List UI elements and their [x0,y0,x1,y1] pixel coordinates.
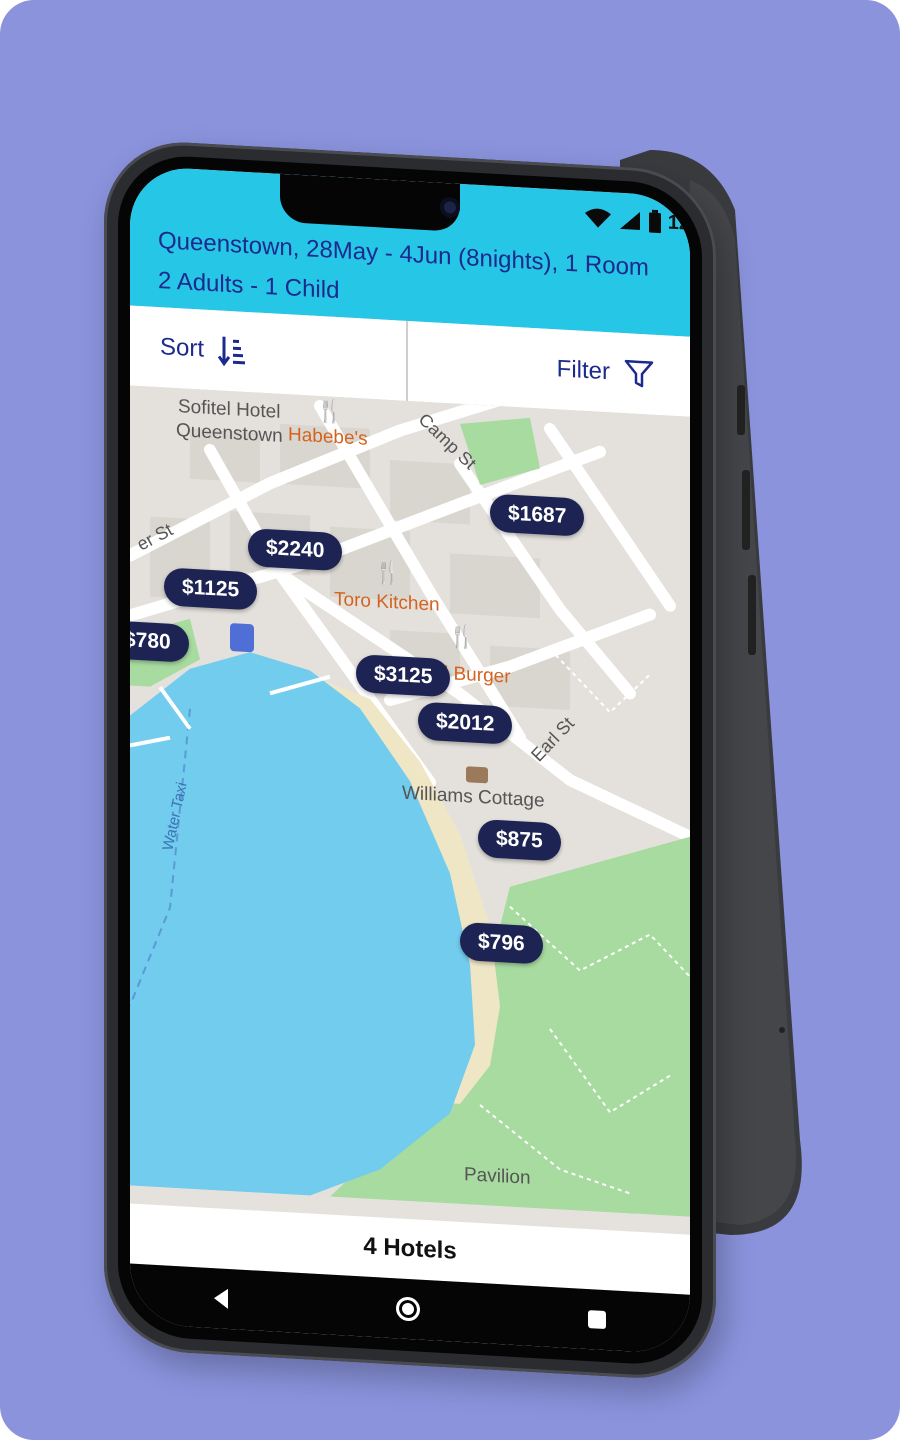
poi-pavilion: Pavilion [464,1164,531,1189]
recent-apps-icon[interactable] [588,1310,606,1330]
sort-icon [218,336,246,367]
price-pin[interactable]: $3125 [356,654,451,698]
hotel-count-label: 4 Hotels [363,1232,457,1265]
poi-habebes: Habebe's [288,424,368,450]
filter-icon [624,359,654,388]
back-icon[interactable] [214,1288,228,1309]
ferry-terminal-icon [230,623,254,653]
restaurant-icon: 🍴 [374,559,402,586]
attraction-camera-icon [466,766,488,784]
promo-background: 12 Queenstown, 28May - 4Jun (8nights), 1… [0,0,900,1440]
price-pin[interactable]: $796 [460,921,543,965]
phone-device: 12 Queenstown, 28May - 4Jun (8nights), 1… [104,138,716,1383]
status-bar: 12 [584,205,690,237]
home-icon[interactable] [396,1296,420,1322]
front-camera [440,196,460,218]
price-pin[interactable]: $2012 [418,701,513,745]
phone-screen: 12 Queenstown, 28May - 4Jun (8nights), 1… [130,165,690,1355]
status-time: 12 [667,211,690,235]
hotel-map[interactable]: Sofitel Hotel Queenstown 🍴 Habebe's Camp… [130,385,690,1235]
sort-button[interactable]: Sort [130,305,408,401]
price-pin[interactable]: $875 [478,818,561,862]
price-pin[interactable]: $1687 [490,493,585,537]
camera-notch [280,173,460,232]
restaurant-icon: 🍴 [316,397,344,425]
price-pin[interactable]: $2240 [248,528,343,572]
restaurant-icon: 🍴 [448,623,476,650]
signal-icon [619,211,640,230]
sort-label: Sort [160,333,205,363]
price-pin[interactable]: $1125 [164,567,258,611]
price-pin[interactable]: $780 [130,620,189,663]
search-guests: 2 Adults - 1 Child [158,267,340,305]
battery-icon [648,209,661,234]
wifi-icon [584,208,611,228]
filter-label: Filter [556,355,610,386]
